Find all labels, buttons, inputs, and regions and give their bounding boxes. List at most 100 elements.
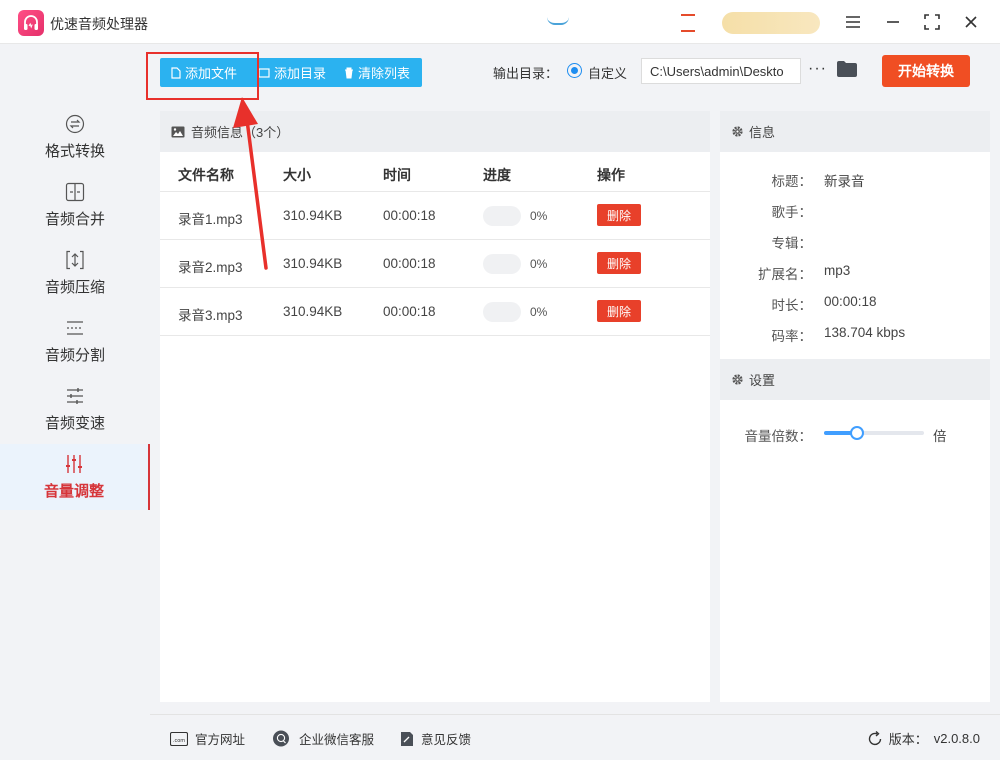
info-value: mp3 [824, 263, 851, 278]
column-header-name: 文件名称 [178, 167, 234, 183]
custom-dir-label[interactable]: 自定义 [588, 63, 627, 82]
info-key: 歌手： [771, 205, 813, 220]
clear-list-button[interactable]: 清除列表 [344, 58, 410, 87]
table-row[interactable]: 录音3.mp3 310.94KB 00:00:18 0% 删除 [160, 288, 710, 336]
sidebar-item-audio-compress[interactable]: 音频压缩 [0, 240, 150, 306]
progress-percent: 0% [530, 305, 548, 319]
column-header-progress: 进度 [483, 167, 511, 183]
info-header: 信息 [720, 111, 990, 152]
volume-adjust-icon [66, 454, 82, 473]
user-account-pill[interactable] [722, 12, 820, 34]
delete-button[interactable]: 删除 [597, 300, 641, 322]
sidebar-item-label: 格式转换 [44, 142, 105, 160]
footer: .com 官方网址 企业微信客服 意见反馈 版本： v2.0.8.0 [150, 714, 1000, 760]
output-dir-label: 输出目录： [493, 66, 559, 81]
add-directory-button[interactable]: 添加目录 [258, 58, 326, 87]
wechat-label: 企业微信客服 [299, 733, 375, 747]
svg-text:.com: .com [173, 738, 185, 744]
custom-dir-radio[interactable] [567, 63, 582, 78]
decoration-mark [547, 17, 569, 25]
audio-compress-icon [66, 250, 84, 269]
format-convert-icon [65, 114, 85, 133]
info-key: 专辑： [771, 236, 813, 251]
version-number: v2.0.8.0 [933, 731, 980, 746]
file-size-cell: 310.94KB [283, 304, 343, 319]
start-convert-button[interactable]: 开始转换 [882, 55, 970, 87]
file-count-title: 音频信息（3个） [191, 125, 290, 140]
file-time-cell: 00:00:18 [383, 208, 436, 223]
official-website-link[interactable]: .com 官方网址 [170, 729, 245, 748]
trash-icon [345, 67, 353, 78]
info-title: 信息 [749, 125, 776, 140]
column-header-size: 大小 [283, 167, 311, 183]
sidebar: 格式转换 音频合并 音频压缩 音频分割 音频变速 音量调整 [0, 100, 150, 714]
info-row-bitrate: 码率： 138.704 kbps [720, 325, 990, 345]
audio-split-icon [67, 320, 83, 335]
browse-more-button[interactable]: ··· [808, 60, 827, 78]
image-icon [171, 126, 185, 137]
table-row[interactable]: 录音1.mp3 310.94KB 00:00:18 0% 删除 [160, 192, 710, 240]
gift-icon[interactable] [681, 14, 695, 32]
delete-button[interactable]: 删除 [597, 204, 641, 226]
feedback-label: 意见反馈 [421, 733, 472, 747]
file-time-cell: 00:00:18 [383, 256, 436, 271]
gear-icon [732, 126, 743, 137]
feedback-icon [401, 731, 413, 746]
progress-percent: 0% [530, 209, 548, 223]
info-row-album: 专辑： [720, 232, 990, 252]
info-key: 扩展名： [758, 267, 812, 282]
file-size-cell: 310.94KB [283, 256, 343, 271]
volume-slider[interactable] [824, 426, 924, 440]
info-key: 码率： [771, 329, 813, 344]
sidebar-item-label: 音频合并 [44, 210, 105, 228]
file-list-panel: 音频信息（3个） 文件名称 大小 时间 进度 操作 录音1.mp3 310.94… [160, 111, 710, 702]
sidebar-item-volume-adjust[interactable]: 音量调整 [0, 444, 150, 510]
app-title: 优速音频处理器 [50, 16, 148, 32]
sidebar-item-label: 音频压缩 [44, 278, 105, 296]
file-time-cell: 00:00:18 [383, 304, 436, 319]
feedback-link[interactable]: 意见反馈 [400, 729, 471, 748]
refresh-icon[interactable] [867, 730, 883, 747]
info-value: 00:00:18 [824, 294, 877, 309]
info-panel: 信息 标题： 新录音 歌手： 专辑： 扩展名： mp3 时长： 00:00:18… [720, 111, 990, 702]
info-row-duration: 时长： 00:00:18 [720, 294, 990, 314]
file-size-cell: 310.94KB [283, 208, 343, 223]
menu-icon[interactable] [840, 10, 866, 34]
close-icon[interactable] [958, 10, 984, 34]
maximize-icon[interactable] [919, 10, 945, 34]
sidebar-item-format-convert[interactable]: 格式转换 [0, 104, 150, 170]
open-folder-icon[interactable] [836, 60, 858, 81]
version-label: 版本： [888, 732, 928, 747]
sidebar-item-label: 音量调整 [43, 482, 104, 500]
column-header-action: 操作 [597, 167, 625, 183]
volume-label: 音量倍数： [744, 429, 813, 444]
gear-icon [732, 374, 743, 385]
annotation-highlight-box [146, 52, 259, 100]
website-icon: .com [170, 731, 188, 746]
minimize-icon[interactable] [880, 10, 906, 34]
version-info: 版本： v2.0.8.0 [867, 729, 980, 748]
volume-slider-thumb[interactable] [850, 426, 864, 440]
file-name-cell: 录音3.mp3 [178, 308, 243, 323]
title-bar: 优速音频处理器 [0, 0, 1000, 44]
sidebar-item-audio-speed[interactable]: 音频变速 [0, 376, 150, 442]
app-logo-icon [18, 10, 44, 36]
audio-merge-icon [65, 182, 85, 201]
table-row[interactable]: 录音2.mp3 310.94KB 00:00:18 0% 删除 [160, 240, 710, 288]
file-name-cell: 录音1.mp3 [178, 212, 243, 227]
info-value: 138.704 kbps [824, 325, 906, 340]
progress-percent: 0% [530, 257, 548, 271]
info-value: 新录音 [824, 174, 865, 189]
sidebar-item-audio-split[interactable]: 音频分割 [0, 308, 150, 374]
sidebar-item-label: 音频变速 [44, 414, 105, 432]
audio-speed-icon [67, 387, 83, 404]
delete-button[interactable]: 删除 [597, 252, 641, 274]
file-list-header: 音频信息（3个） [160, 111, 710, 152]
sidebar-item-audio-merge[interactable]: 音频合并 [0, 172, 150, 238]
settings-title: 设置 [749, 373, 776, 388]
sidebar-item-label: 音频分割 [44, 346, 105, 364]
progress-bar [483, 206, 521, 226]
output-path-input[interactable] [641, 58, 801, 84]
wechat-support-link[interactable]: 企业微信客服 [272, 729, 374, 748]
info-key: 标题： [771, 174, 813, 189]
